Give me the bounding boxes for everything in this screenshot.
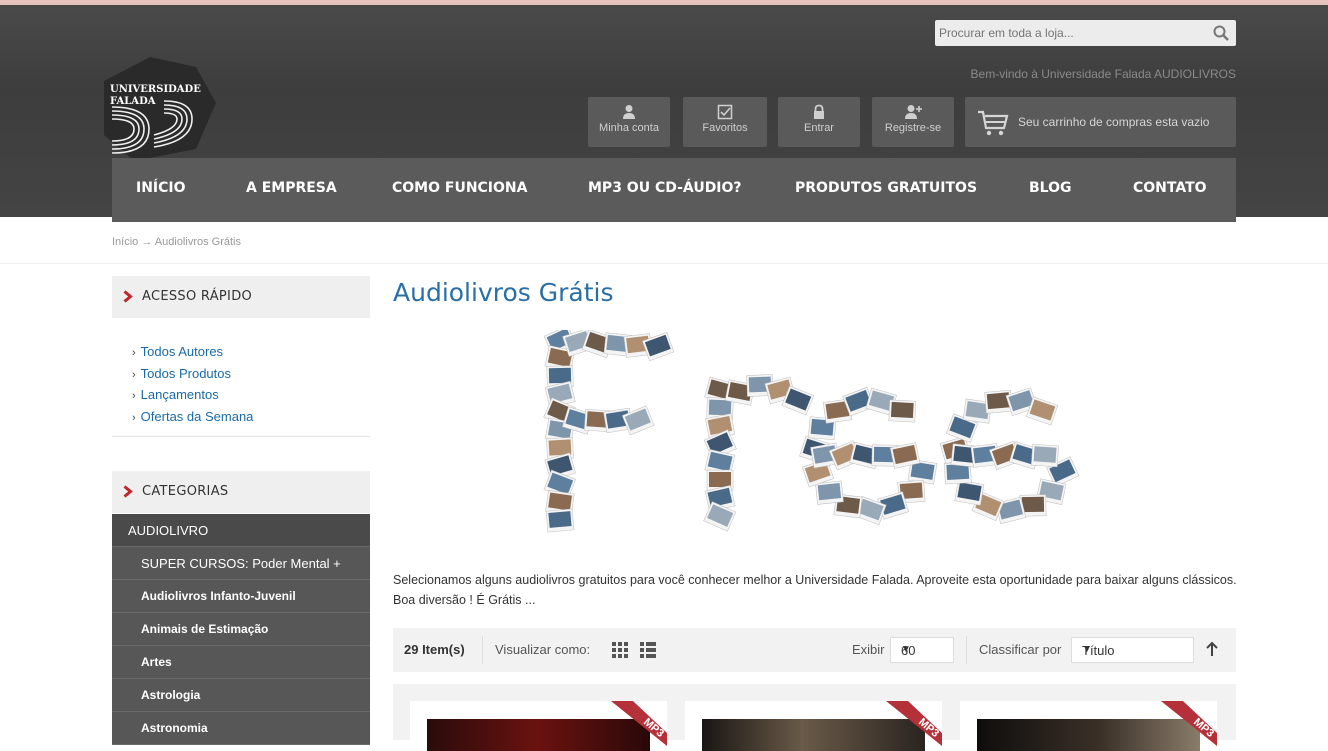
product-toolbar: 29 Item(s) Visualizar como: Exibir 60 ▼ … <box>393 628 1236 672</box>
quick-link-todos-autores[interactable]: › Todos Autores <box>132 342 253 364</box>
cart-button[interactable]: Seu carrinho de compras esta vazio <box>965 97 1236 147</box>
categories-title: CATEGORIAS <box>142 484 229 499</box>
dropdown-arrow-icon: ▼ <box>901 644 911 655</box>
quick-link-lancamentos[interactable]: › Lançamentos <box>132 385 253 407</box>
favorites-label: Favoritos <box>702 122 748 134</box>
checkbox-icon <box>717 104 733 120</box>
sort-label: Classificar por <box>979 642 1062 657</box>
category-item-artes[interactable]: Artes <box>112 646 370 679</box>
view-mode-label: Visualizar como: <box>495 642 591 657</box>
sort-direction-arrow-icon[interactable] <box>1205 640 1219 658</box>
login-label: Entrar <box>804 122 834 134</box>
divider <box>0 263 1328 264</box>
mp3-ribbon: MP3 <box>886 701 942 746</box>
divider <box>482 636 483 664</box>
account-label: Minha conta <box>599 122 659 134</box>
category-item-super-cursos[interactable]: SUPER CURSOS: Poder Mental + <box>112 547 370 580</box>
product-card[interactable]: MP3 <box>960 701 1217 751</box>
nav-item-produtos-gratuitos[interactable]: PRODUTOS GRATUITOS <box>795 158 977 218</box>
lock-icon <box>814 104 824 119</box>
nav-item-blog[interactable]: BLOG <box>1029 158 1072 218</box>
chevron-right-icon <box>123 290 133 303</box>
arrow-icon: › <box>132 411 136 424</box>
photo-tiles <box>543 330 1080 533</box>
search-input[interactable] <box>935 20 1199 46</box>
login-button[interactable]: Entrar <box>778 97 860 147</box>
product-card[interactable]: MP3 <box>685 701 942 751</box>
favorites-button[interactable]: Favoritos <box>683 97 767 147</box>
category-item-astronomia[interactable]: Astronomia <box>112 712 370 745</box>
page-title: Audiolivros Grátis <box>393 278 614 307</box>
logo-text-line1: UNIVERSIDADE <box>110 84 201 95</box>
arrow-icon: › <box>132 347 136 359</box>
arrow-icon: › <box>132 368 136 381</box>
quick-link-todos-produtos[interactable]: › Todos Produtos <box>132 364 253 386</box>
category-item-astrologia[interactable]: Astrologia <box>112 679 370 712</box>
logo-text-line2: FALADA <box>110 96 156 107</box>
sidebar-divider <box>112 436 370 437</box>
breadcrumb[interactable]: Início → Audiolivros Grátis <box>112 236 241 248</box>
quick-link-ofertas[interactable]: › Ofertas da Semana <box>132 407 253 429</box>
free-photo-collage-image <box>543 330 1080 533</box>
photo-tile <box>545 508 575 533</box>
divider <box>966 636 967 664</box>
list-view-icon[interactable] <box>639 641 657 659</box>
search-icon[interactable] <box>1212 24 1230 42</box>
quick-access-header: ACESSO RÁPIDO <box>112 276 370 318</box>
mp3-ribbon: MP3 <box>1161 701 1217 746</box>
welcome-message: Bem-vindo à Universidade Falada AUDIOLIV… <box>970 67 1236 81</box>
chevron-right-icon <box>123 485 133 498</box>
main-nav: INÍCIO A EMPRESA COMO FUNCIONA MP3 OU CD… <box>112 158 1236 222</box>
product-grid: MP3 MP3 MP3 <box>393 684 1236 751</box>
nav-item-a-empresa[interactable]: A EMPRESA <box>246 158 337 218</box>
nav-item-inicio[interactable]: INÍCIO <box>136 158 186 218</box>
item-count: 29 Item(s) <box>404 642 465 657</box>
nav-item-como-funciona[interactable]: COMO FUNCIONA <box>392 158 527 218</box>
account-button[interactable]: Minha conta <box>588 97 670 147</box>
photo-tile <box>815 480 844 505</box>
product-card[interactable]: MP3 <box>410 701 667 751</box>
photo-tile <box>1030 443 1059 468</box>
quick-access-title: ACESSO RÁPIDO <box>142 289 253 304</box>
grid-view-icon[interactable] <box>611 641 629 659</box>
nav-item-contato[interactable]: CONTATO <box>1133 158 1207 218</box>
user-add-icon <box>905 105 922 119</box>
sort-select[interactable]: Título ▼ <box>1071 637 1194 663</box>
search-box[interactable] <box>935 20 1236 46</box>
site-logo[interactable]: UNIVERSIDADE FALADA <box>104 57 216 161</box>
register-button[interactable]: Registre-se <box>872 97 954 147</box>
category-item-animais[interactable]: Animais de Estimação <box>112 613 370 646</box>
category-description: Selecionamos alguns audiolivros gratuito… <box>393 573 1237 607</box>
show-count-select[interactable]: 60 ▼ <box>890 637 954 663</box>
mp3-ribbon: MP3 <box>611 701 667 746</box>
categories-header: CATEGORIAS <box>112 471 370 513</box>
site-header: Bem-vindo à Universidade Falada AUDIOLIV… <box>0 5 1328 222</box>
dropdown-arrow-icon: ▼ <box>1082 644 1092 655</box>
quick-links: › Todos Autores › Todos Produtos › Lançamen… <box>132 342 253 428</box>
photo-tile <box>888 399 917 423</box>
user-icon <box>623 105 635 119</box>
show-label: Exibir <box>852 642 885 657</box>
category-item-audiolivro[interactable]: AUDIOLIVRO <box>112 514 370 547</box>
cart-status: Seu carrinho de compras esta vazio <box>1018 115 1210 129</box>
register-label: Registre-se <box>884 122 942 134</box>
category-item-infanto-juvenil[interactable]: Audiolivros Infanto-Juvenil <box>112 580 370 613</box>
photo-tile <box>954 479 985 506</box>
arrow-icon: › <box>132 390 136 402</box>
nav-item-mp3-cd-audio[interactable]: MP3 OU CD-ÁUDIO? <box>588 158 742 218</box>
logo-hexagon-icon <box>104 57 216 161</box>
cart-icon <box>978 110 1009 136</box>
